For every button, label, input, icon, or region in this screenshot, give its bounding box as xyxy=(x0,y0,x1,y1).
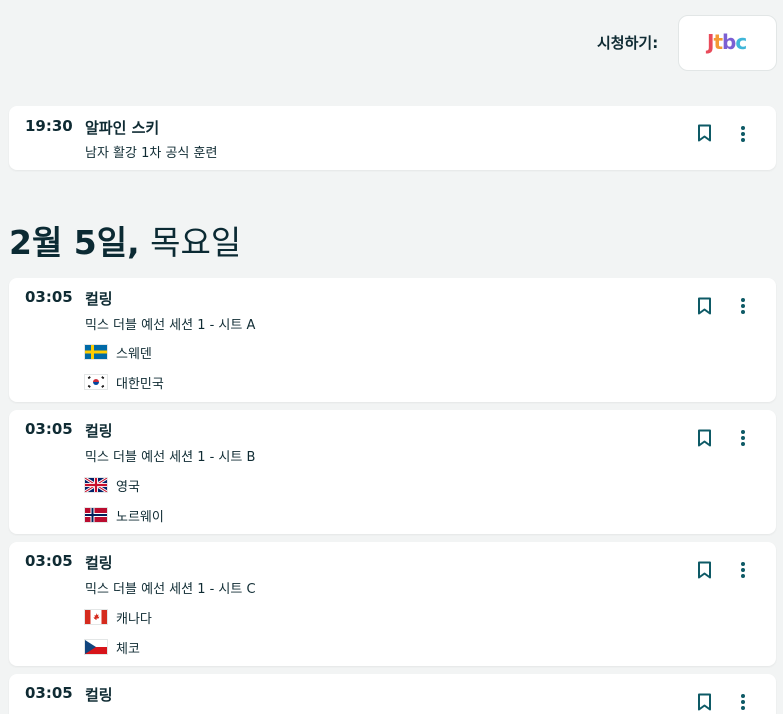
event-card[interactable]: 03:05 컬링 믹스 더블 예선 세션 1 - 시트 A 스웨덴 대한민국 xyxy=(9,278,776,402)
date-heading-date: 2월 5일, xyxy=(9,223,140,262)
more-options-icon[interactable] xyxy=(740,125,746,143)
event-card[interactable]: 03:05 컬링 믹스 더블 예선 세션 1 - 시트 C 캐나다 체코 xyxy=(9,542,776,666)
bookmark-icon[interactable] xyxy=(697,693,712,711)
team-row: 캐나다 xyxy=(85,609,152,627)
event-sport: 컬링 xyxy=(85,554,113,572)
event-description: 믹스 더블 예선 세션 1 - 시트 A xyxy=(85,318,256,333)
more-options-icon[interactable] xyxy=(740,561,746,579)
team-name: 체코 xyxy=(116,641,140,657)
norway-flag xyxy=(85,508,107,522)
more-options-icon[interactable] xyxy=(740,693,746,711)
sweden-flag xyxy=(85,345,107,359)
jtbc-logo: Jtbc xyxy=(707,30,747,54)
bookmark-icon[interactable] xyxy=(697,124,712,142)
event-sport: 컬링 xyxy=(85,686,113,704)
team-name: 스웨덴 xyxy=(116,346,152,362)
team-row: 영국 xyxy=(85,477,140,495)
date-heading-weekday: 목요일 xyxy=(150,223,242,262)
event-time: 19:30 xyxy=(25,117,73,135)
event-description: 믹스 더블 예선 세션 1 - 시트 B xyxy=(85,450,256,465)
bookmark-icon[interactable] xyxy=(697,429,712,447)
date-heading: 2월 5일, 목요일 xyxy=(9,216,241,264)
team-row: 체코 xyxy=(85,639,140,657)
uk-flag xyxy=(85,478,107,492)
event-description: 믹스 더블 예선 세션 1 - 시트 C xyxy=(85,582,256,597)
team-row: 대한민국 xyxy=(85,374,164,392)
watch-label: 시청하기: xyxy=(597,34,659,52)
event-description: 남자 활강 1차 공식 훈련 xyxy=(85,146,218,161)
team-name: 노르웨이 xyxy=(116,509,164,525)
team-name: 대한민국 xyxy=(116,376,164,392)
more-options-icon[interactable] xyxy=(740,297,746,315)
event-time: 03:05 xyxy=(25,420,73,438)
bookmark-icon[interactable] xyxy=(697,297,712,315)
more-options-icon[interactable] xyxy=(740,429,746,447)
team-row: 노르웨이 xyxy=(85,507,164,525)
event-time: 03:05 xyxy=(25,288,73,306)
event-sport: 알파인 스키 xyxy=(85,119,160,137)
canada-flag xyxy=(85,610,107,624)
bookmark-icon[interactable] xyxy=(697,561,712,579)
team-name: 영국 xyxy=(116,479,140,495)
team-name: 캐나다 xyxy=(116,611,152,627)
event-card[interactable]: 19:30 알파인 스키 남자 활강 1차 공식 훈련 xyxy=(9,106,776,170)
korea-flag xyxy=(85,375,107,389)
event-card[interactable]: 03:05 컬링 xyxy=(9,674,776,714)
team-row: 스웨덴 xyxy=(85,344,152,362)
event-time: 03:05 xyxy=(25,684,73,702)
event-time: 03:05 xyxy=(25,552,73,570)
event-card[interactable]: 03:05 컬링 믹스 더블 예선 세션 1 - 시트 B 영국 노르웨이 xyxy=(9,410,776,534)
event-sport: 컬링 xyxy=(85,290,113,308)
event-sport: 컬링 xyxy=(85,422,113,440)
czech-flag xyxy=(85,640,107,654)
